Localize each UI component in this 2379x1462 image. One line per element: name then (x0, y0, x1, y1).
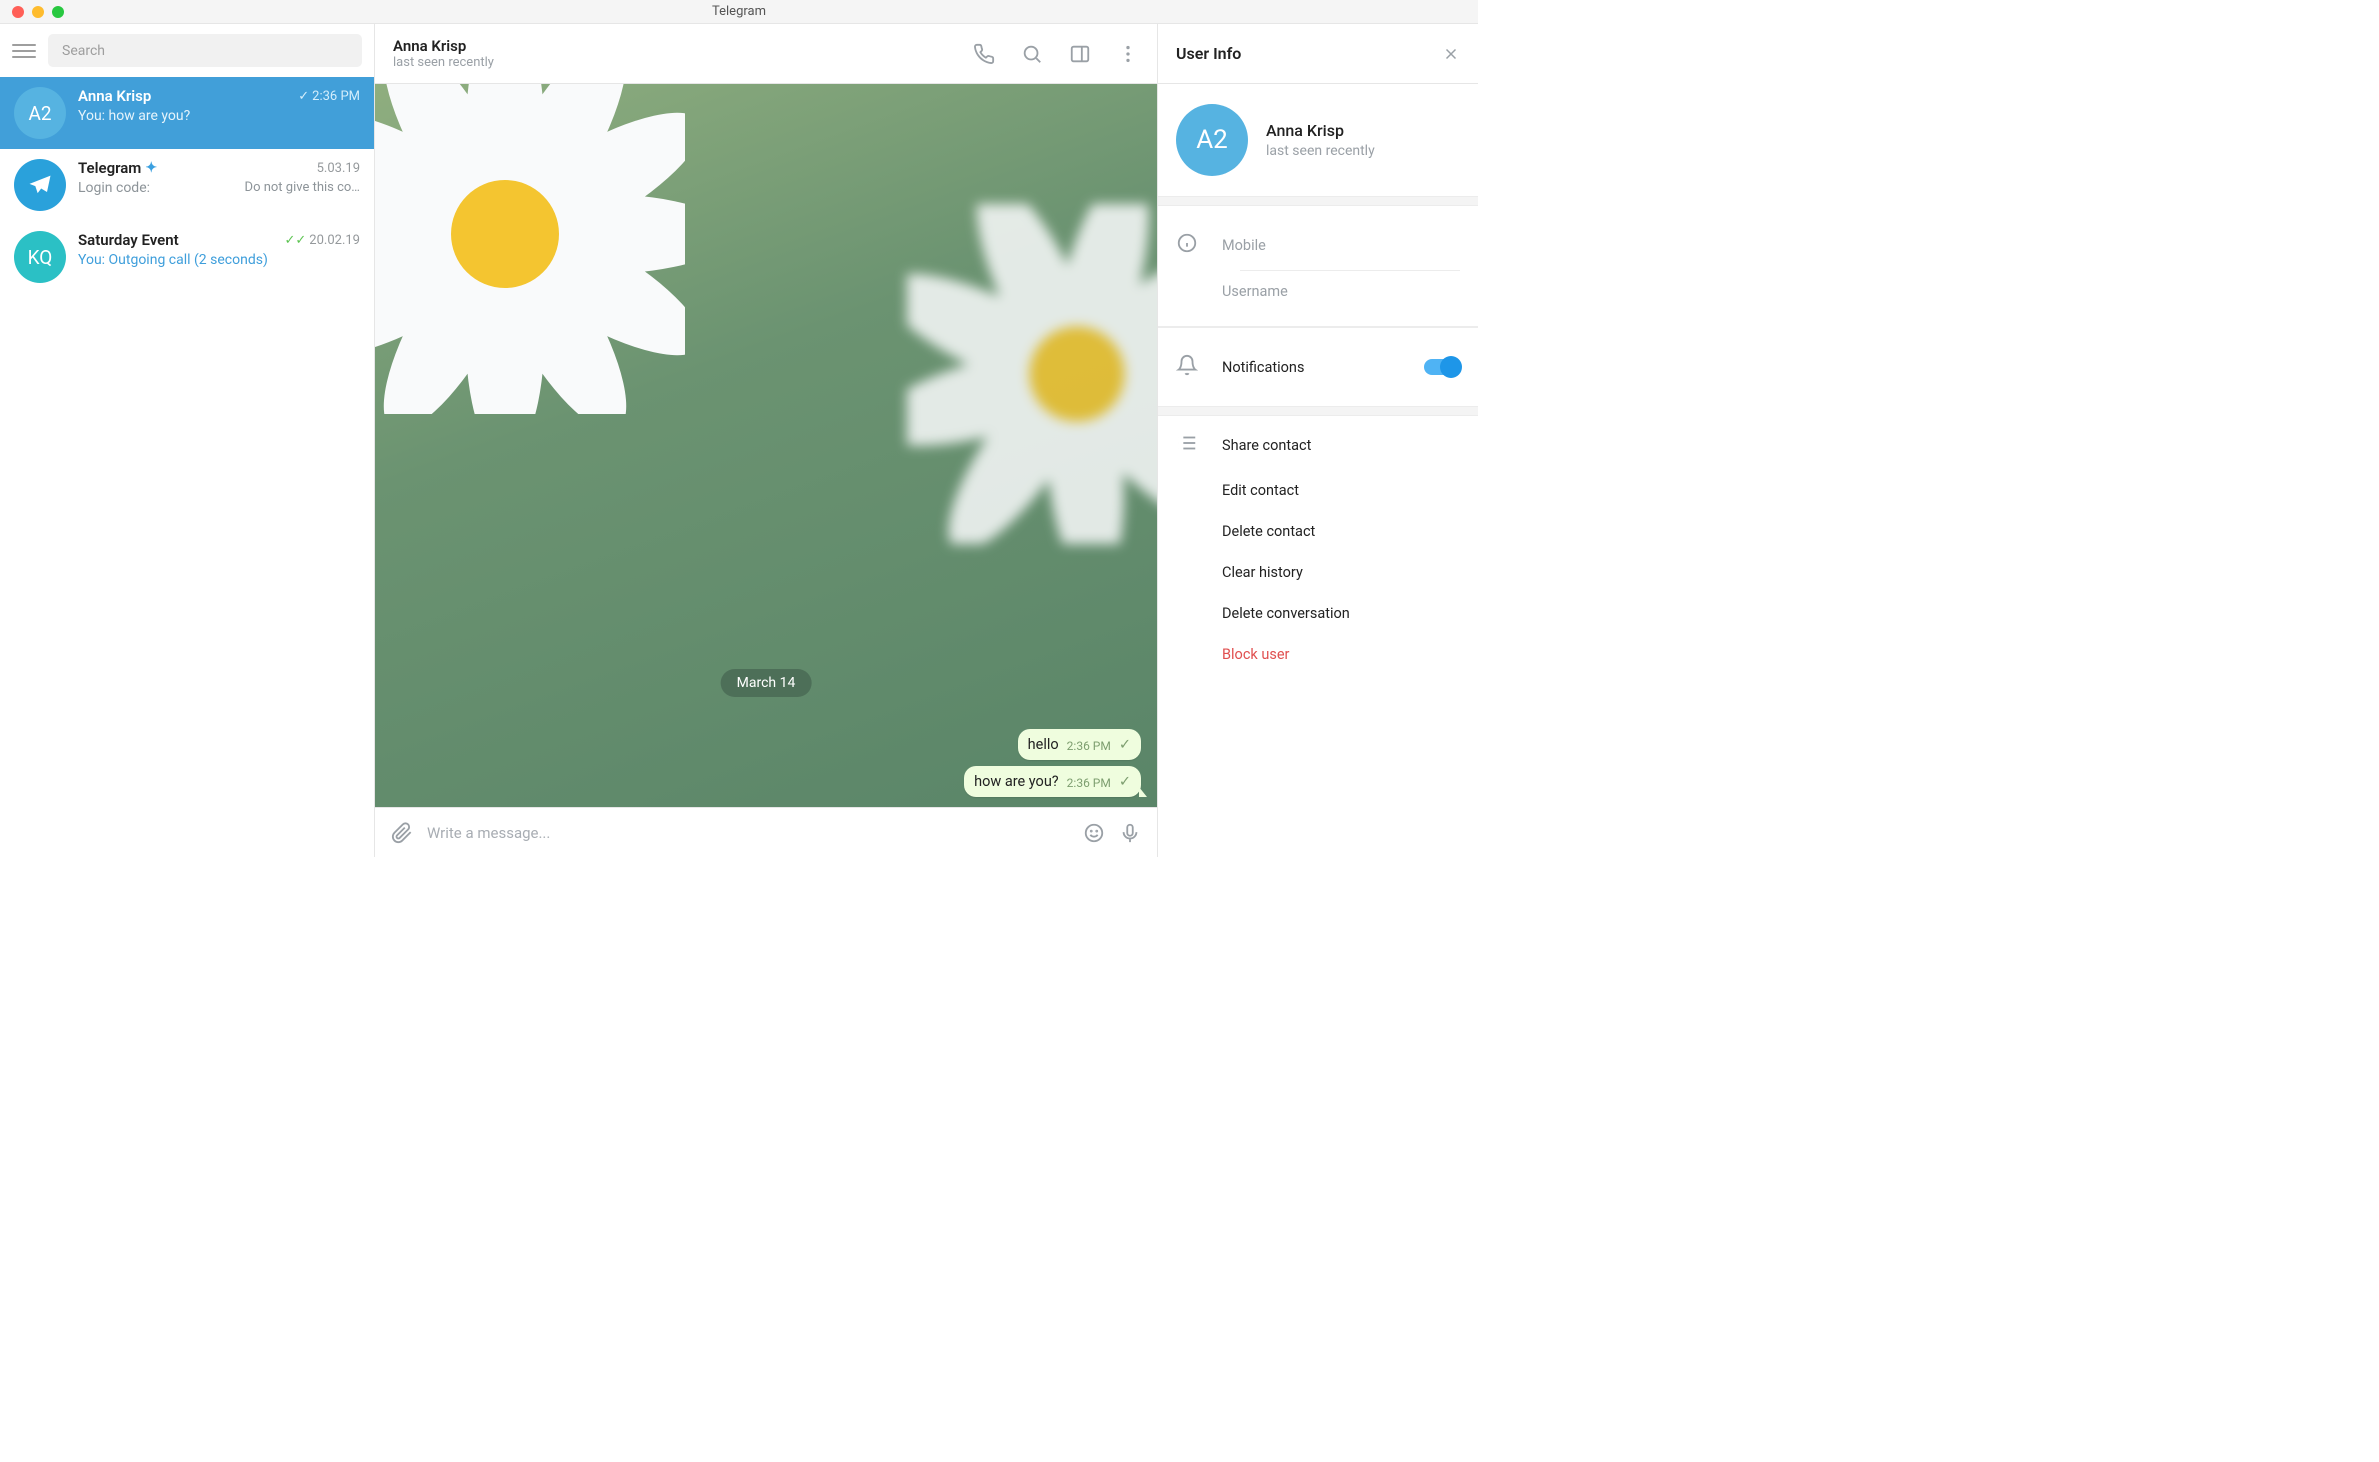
traffic-lights (0, 6, 64, 18)
message-bubble[interactable]: how are you? 2:36 PM ✓ (964, 766, 1141, 797)
chat-preview-extra: Do not give this co… (245, 180, 360, 196)
chat-time: ✓ 2:36 PM (298, 89, 360, 104)
edit-contact-button[interactable]: Edit contact (1176, 470, 1460, 511)
search-input[interactable] (48, 34, 362, 67)
info-icon (1176, 232, 1198, 258)
message-text: how are you? (974, 773, 1059, 790)
menu-button[interactable] (12, 39, 36, 63)
close-icon[interactable] (1442, 45, 1460, 63)
conversation-status: last seen recently (393, 55, 973, 70)
user-info-profile: A2 Anna Krisp last seen recently (1158, 84, 1478, 196)
conversation-pane: Anna Krisp last seen recently (375, 24, 1158, 857)
avatar[interactable]: A2 (1176, 104, 1248, 176)
message-bubble[interactable]: hello 2:36 PM ✓ (1018, 729, 1141, 760)
background-flower-1 (375, 84, 685, 414)
conversation-header: Anna Krisp last seen recently (375, 24, 1157, 84)
check-icon: ✓ (298, 89, 309, 104)
emoji-icon[interactable] (1083, 822, 1105, 844)
call-icon[interactable] (973, 43, 995, 65)
chat-time: 5.03.19 (317, 161, 360, 176)
minimize-window-button[interactable] (32, 6, 44, 18)
close-window-button[interactable] (12, 6, 24, 18)
date-separator: March 14 (721, 669, 812, 697)
search-icon[interactable] (1021, 43, 1043, 65)
delete-conversation-button[interactable]: Delete conversation (1176, 593, 1460, 634)
chat-background: March 14 hello 2:36 PM ✓ how are you? 2:… (375, 84, 1157, 807)
notifications-toggle-row[interactable]: Notifications (1176, 342, 1460, 392)
message-time: 2:36 PM (1067, 739, 1111, 753)
message-composer (375, 807, 1157, 857)
notifications-toggle[interactable] (1424, 359, 1460, 375)
clear-history-button[interactable]: Clear history (1176, 552, 1460, 593)
delete-contact-button[interactable]: Delete contact (1176, 511, 1460, 552)
microphone-icon[interactable] (1119, 822, 1141, 844)
user-info-name: Anna Krisp (1266, 121, 1375, 140)
chat-time: ✓✓ 20.02.19 (285, 233, 361, 248)
double-check-icon: ✓✓ (285, 233, 307, 248)
window-titlebar: Telegram (0, 0, 1478, 24)
chat-name: Telegram ✦ (78, 159, 157, 177)
chat-item-saturday-event[interactable]: KQ Saturday Event ✓✓ 20.02.19 You: Outgo… (0, 221, 374, 293)
list-icon (1176, 432, 1198, 458)
avatar: A2 (14, 87, 66, 139)
verified-icon: ✦ (145, 160, 157, 176)
chat-name: Saturday Event (78, 231, 179, 249)
chat-sidebar: A2 Anna Krisp ✓ 2:36 PM You: how are you… (0, 24, 375, 857)
notifications-label: Notifications (1222, 359, 1304, 376)
message-input[interactable] (427, 824, 1069, 842)
mobile-field[interactable]: Mobile (1176, 220, 1460, 270)
block-user-button[interactable]: Block user (1176, 634, 1460, 675)
message-time: 2:36 PM (1067, 776, 1111, 790)
check-icon: ✓ (1119, 773, 1131, 790)
user-info-panel: User Info A2 Anna Krisp last seen recent… (1158, 24, 1478, 857)
chat-item-anna-krisp[interactable]: A2 Anna Krisp ✓ 2:36 PM You: how are you… (0, 77, 374, 149)
sidebar-toggle-icon[interactable] (1069, 43, 1091, 65)
chat-item-telegram[interactable]: Telegram ✦ 5.03.19 Login code: Do not gi… (0, 149, 374, 221)
share-contact-button[interactable]: Share contact (1176, 420, 1460, 470)
user-info-status: last seen recently (1266, 143, 1375, 159)
chat-preview: Login code: (78, 180, 150, 196)
check-icon: ✓ (1119, 736, 1131, 753)
user-info-title: User Info (1176, 44, 1241, 63)
chat-name: Anna Krisp (78, 87, 151, 105)
chat-preview: You: how are you? (78, 108, 190, 124)
conversation-title: Anna Krisp (393, 37, 973, 55)
username-field[interactable]: Username (1176, 271, 1460, 312)
message-text: hello (1028, 736, 1059, 753)
chat-list: A2 Anna Krisp ✓ 2:36 PM You: how are you… (0, 77, 374, 857)
avatar (14, 159, 66, 211)
avatar: KQ (14, 231, 66, 283)
message-list: hello 2:36 PM ✓ how are you? 2:36 PM ✓ (964, 729, 1141, 797)
chat-preview: You: Outgoing call (2 seconds) (78, 252, 268, 268)
window-title: Telegram (712, 4, 766, 19)
attach-icon[interactable] (391, 822, 413, 844)
maximize-window-button[interactable] (52, 6, 64, 18)
bell-icon (1176, 354, 1198, 380)
background-flower-2 (907, 204, 1157, 544)
more-icon[interactable] (1117, 43, 1139, 65)
